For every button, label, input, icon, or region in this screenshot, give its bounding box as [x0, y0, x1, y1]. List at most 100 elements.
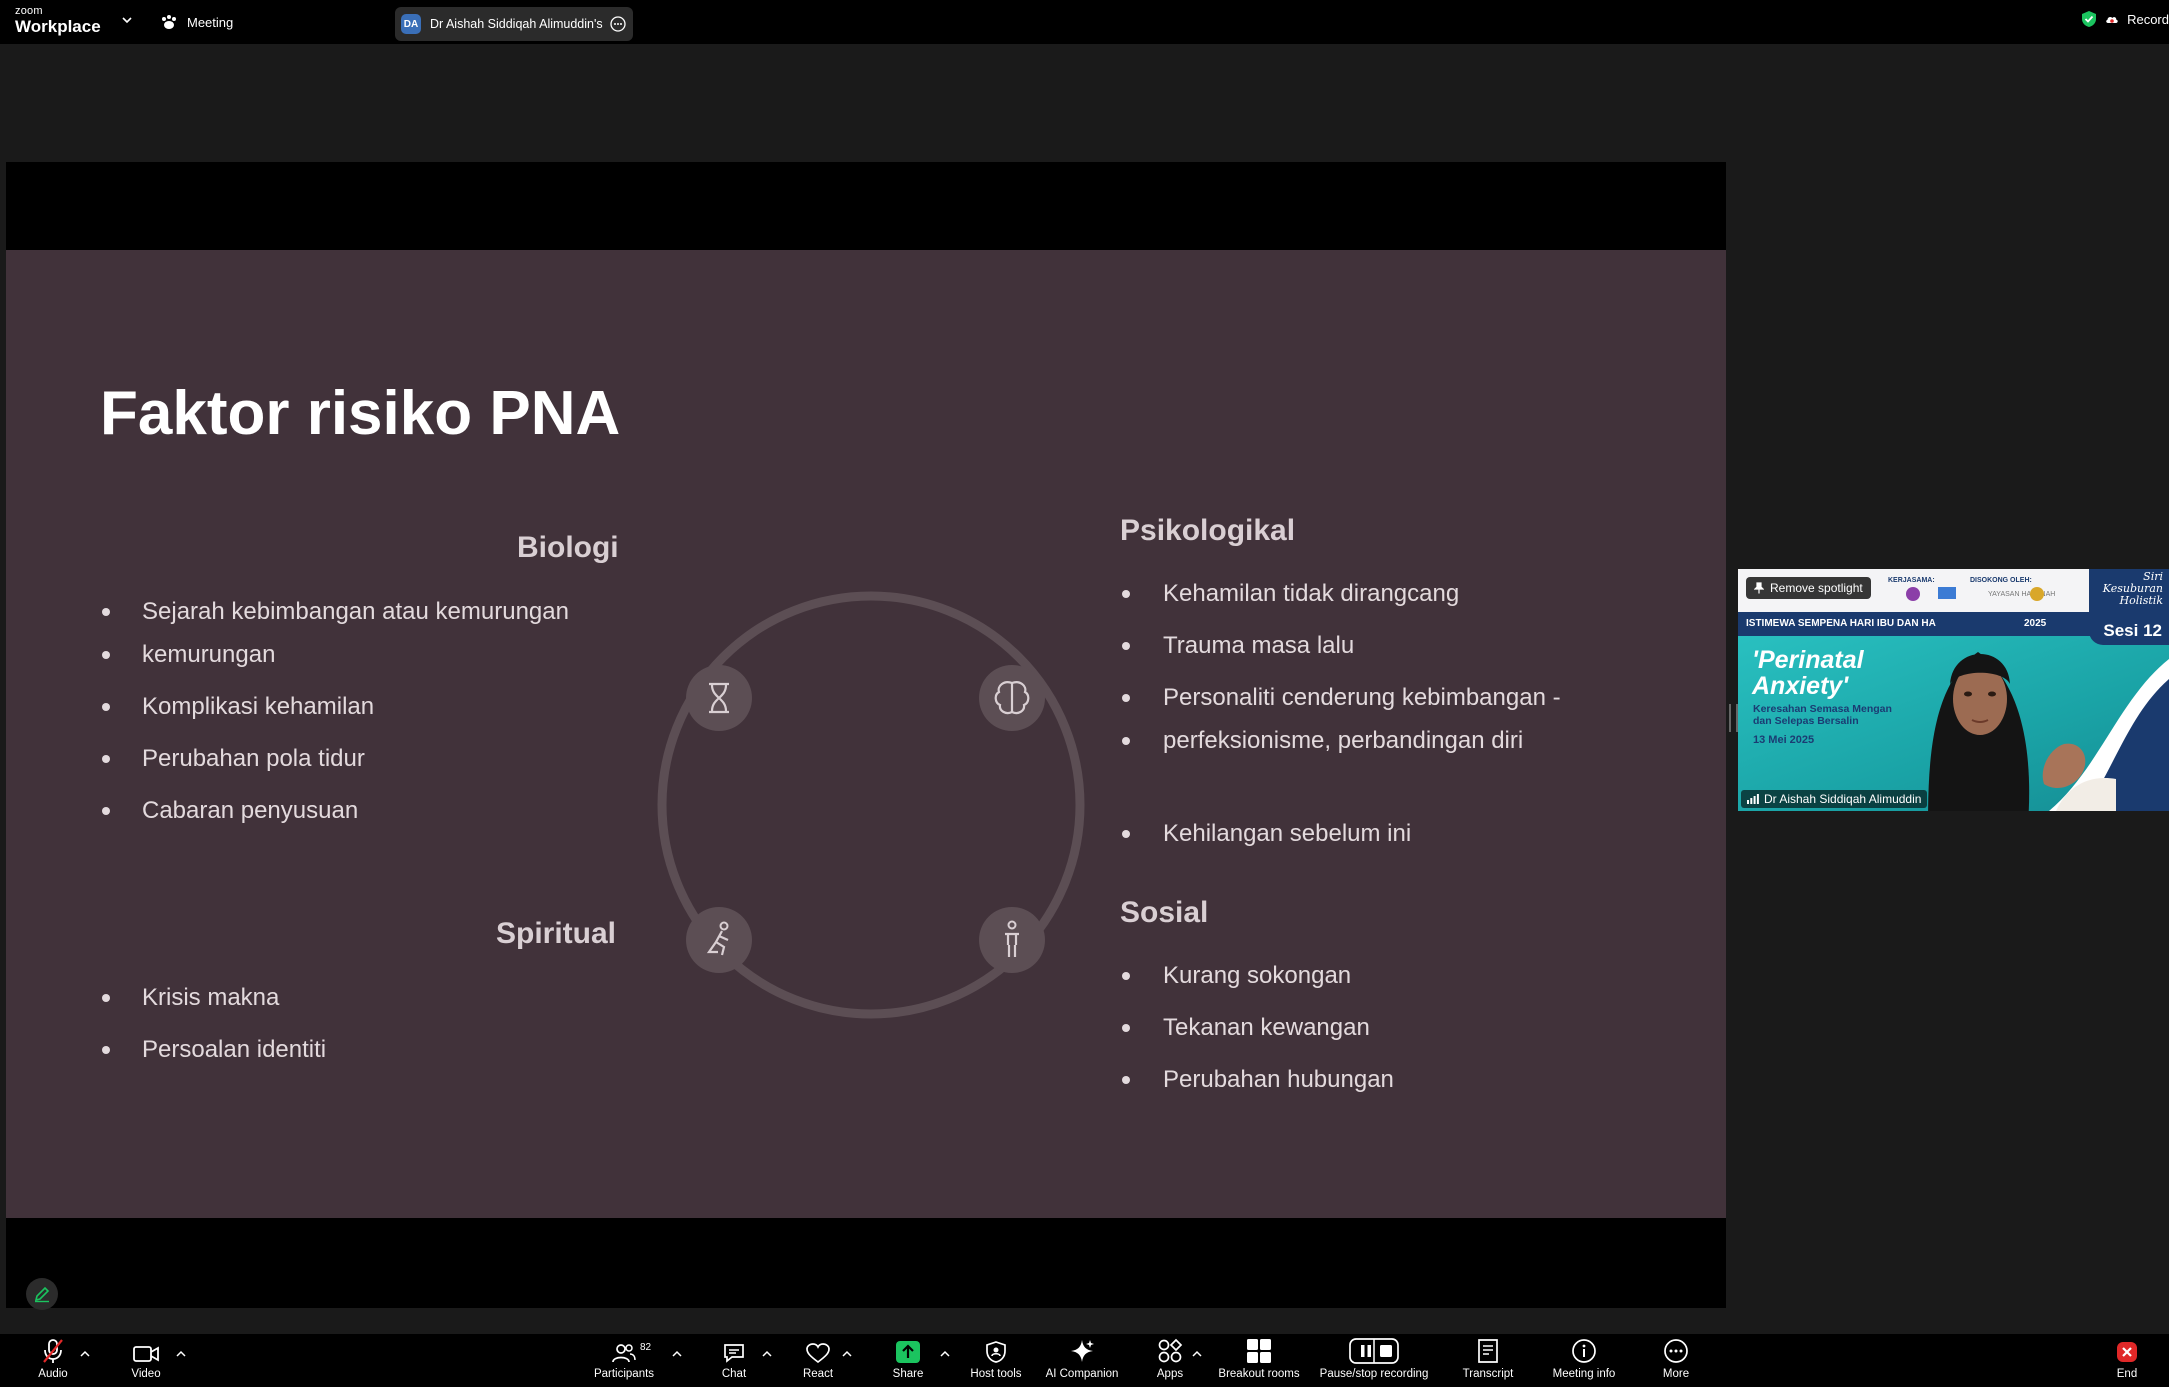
list-item: Trauma masa lalu: [1122, 624, 1682, 667]
audio-button[interactable]: Audio: [33, 1334, 73, 1387]
meeting-label: Meeting: [187, 14, 234, 30]
transcript-button[interactable]: Transcript: [1458, 1334, 1518, 1387]
chat-button[interactable]: Chat: [714, 1334, 754, 1387]
list-item: Sejarah kebimbangan atau kemurungan: [102, 590, 662, 633]
pause-stop-icon: [1349, 1338, 1399, 1364]
react-button[interactable]: React: [798, 1334, 838, 1387]
apps-icon: [1158, 1338, 1183, 1363]
heart-icon: [806, 1343, 830, 1364]
breakout-rooms-icon: [1247, 1339, 1271, 1363]
shield-icon: [986, 1341, 1006, 1363]
share-options-chevron-icon[interactable]: [940, 1350, 950, 1358]
banner-title: 'Perinatal Anxiety': [1752, 646, 1864, 700]
list-item: Persoalan identiti: [102, 1028, 662, 1071]
transcript-icon: [1478, 1339, 1498, 1363]
list-item: Krisis makna: [102, 976, 662, 1019]
meeting-info-button[interactable]: Meeting info: [1548, 1334, 1620, 1387]
video-options-chevron-icon[interactable]: [176, 1350, 186, 1358]
apps-options-chevron-icon[interactable]: [1192, 1350, 1202, 1358]
sosial-list: Kurang sokongan Tekanan kewangan Perubah…: [1122, 954, 1682, 1110]
brand-name: Workplace: [15, 17, 101, 36]
more-options-icon[interactable]: [610, 16, 626, 32]
banner-subtitle: Keresahan Semasa Mengan dan Selepas Bersa…: [1753, 703, 1892, 727]
chat-options-chevron-icon[interactable]: [762, 1350, 772, 1358]
top-right-status: Record: [2081, 10, 2169, 28]
screen-share-tab[interactable]: DA Dr Aishah Siddiqah Alimuddin's s: [395, 7, 633, 41]
sparkle-icon: [1071, 1340, 1094, 1362]
more-icon: [1664, 1339, 1688, 1363]
end-call-icon: [2117, 1342, 2137, 1362]
list-item: Kurang sokongan: [1122, 954, 1682, 997]
react-options-chevron-icon[interactable]: [842, 1350, 852, 1358]
list-item: Perubahan hubungan: [1122, 1058, 1682, 1101]
meeting-toolbar: Audio Video Participants 82 Chat React S…: [0, 1334, 2169, 1387]
list-item: Kehilangan sebelum ini: [1122, 812, 1682, 855]
end-meeting-button[interactable]: End: [2107, 1334, 2147, 1387]
remove-spotlight-button[interactable]: Remove spotlight: [1746, 577, 1871, 599]
more-button[interactable]: More: [1656, 1334, 1696, 1387]
participants-icon: [612, 1344, 636, 1363]
cloud-record-icon: [2106, 16, 2118, 23]
signal-bars-icon: [1747, 794, 1759, 804]
top-bar: zoom Workplace Meeting DA Dr Aishah Sidd…: [0, 0, 2169, 44]
cycle-diagram: [657, 591, 1085, 1019]
share-button[interactable]: Share: [888, 1334, 928, 1387]
list-item: Kehamilan tidak dirangcang: [1122, 572, 1682, 615]
zoom-workplace-logo[interactable]: zoom Workplace: [15, 5, 101, 36]
biologi-list: Sejarah kebimbangan atau kemurungan kemu…: [102, 590, 662, 841]
brand-small: zoom: [15, 5, 43, 17]
series-badge: Siri Kesuburan Holistik Sesi 12: [2089, 569, 2169, 645]
pause-stop-recording-button[interactable]: Pause/stop recording: [1318, 1334, 1430, 1387]
meeting-button[interactable]: Meeting: [160, 11, 233, 33]
participants-count: 82: [640, 1342, 652, 1353]
section-heading-spiritual: Spiritual: [496, 917, 617, 950]
host-tools-button[interactable]: Host tools: [966, 1334, 1026, 1387]
spiritual-list: Krisis makna Persoalan identiti: [102, 976, 662, 1080]
pin-icon: [1754, 582, 1764, 594]
list-item: Tekanan kewangan: [1122, 1006, 1682, 1049]
standing-person-icon: [979, 907, 1045, 973]
record-label[interactable]: Record: [2127, 12, 2169, 27]
ai-companion-button[interactable]: AI Companion: [1042, 1334, 1122, 1387]
slide-title: Faktor risiko PNA: [100, 379, 621, 448]
kneeling-person-icon: [686, 907, 752, 973]
participant-name-tag: Dr Aishah Siddiqah Alimuddin: [1741, 790, 1928, 808]
avatar: DA: [401, 14, 421, 34]
info-icon: [1572, 1339, 1596, 1363]
remove-spotlight-label: Remove spotlight: [1770, 581, 1863, 595]
dna-icon: [686, 665, 752, 731]
audio-options-chevron-icon[interactable]: [80, 1350, 90, 1358]
participant-video-tile[interactable]: KERJASAMA: DISOKONG OLEH: YAYASAN HASANA…: [1738, 569, 2169, 811]
annotate-button[interactable]: [26, 1278, 58, 1310]
brain-icon: [979, 665, 1045, 731]
shield-check-icon[interactable]: [2081, 10, 2097, 28]
chevron-down-icon[interactable]: [121, 14, 133, 26]
pen-icon: [34, 1286, 50, 1303]
section-heading-sosial: Sosial: [1120, 896, 1209, 929]
participants-options-chevron-icon[interactable]: [672, 1350, 682, 1358]
psikologikal-list: Kehamilan tidak dirangcang Trauma masa l…: [1122, 572, 1682, 864]
microphone-muted-icon: [43, 1339, 63, 1363]
resize-handle[interactable]: [1729, 704, 1738, 732]
video-button[interactable]: Video: [126, 1334, 166, 1387]
list-item: Cabaran penyusuan: [102, 789, 662, 832]
list-item: Perubahan pola tidur: [102, 737, 662, 780]
list-item: kemurungan: [102, 633, 662, 676]
list-item: Komplikasi kehamilan: [102, 685, 662, 728]
chat-icon: [724, 1344, 744, 1363]
section-heading-psikologikal: Psikologikal: [1120, 514, 1296, 547]
list-item: perfeksionisme, perbandingan diri: [1122, 719, 1682, 762]
presenter-sleeve: [2056, 778, 2116, 811]
apps-button[interactable]: Apps: [1150, 1334, 1190, 1387]
breakout-rooms-button[interactable]: Breakout rooms: [1216, 1334, 1302, 1387]
presenter: [1928, 652, 2030, 811]
participant-name: Dr Aishah Siddiqah Alimuddin: [1764, 792, 1922, 806]
share-tab-name: Dr Aishah Siddiqah Alimuddin's s: [430, 17, 605, 31]
presentation-slide: Faktor risiko PNA Biologi Sejarah kebimb…: [6, 250, 1726, 1218]
list-item: Personaliti cenderung kebimbangan -: [1122, 676, 1682, 719]
section-heading-biologi: Biologi: [517, 531, 619, 564]
paw-icon: [162, 15, 176, 29]
video-camera-icon: [133, 1346, 159, 1362]
share-screen-icon: [896, 1341, 920, 1363]
banner-date: 13 Mei 2025: [1753, 734, 1815, 746]
